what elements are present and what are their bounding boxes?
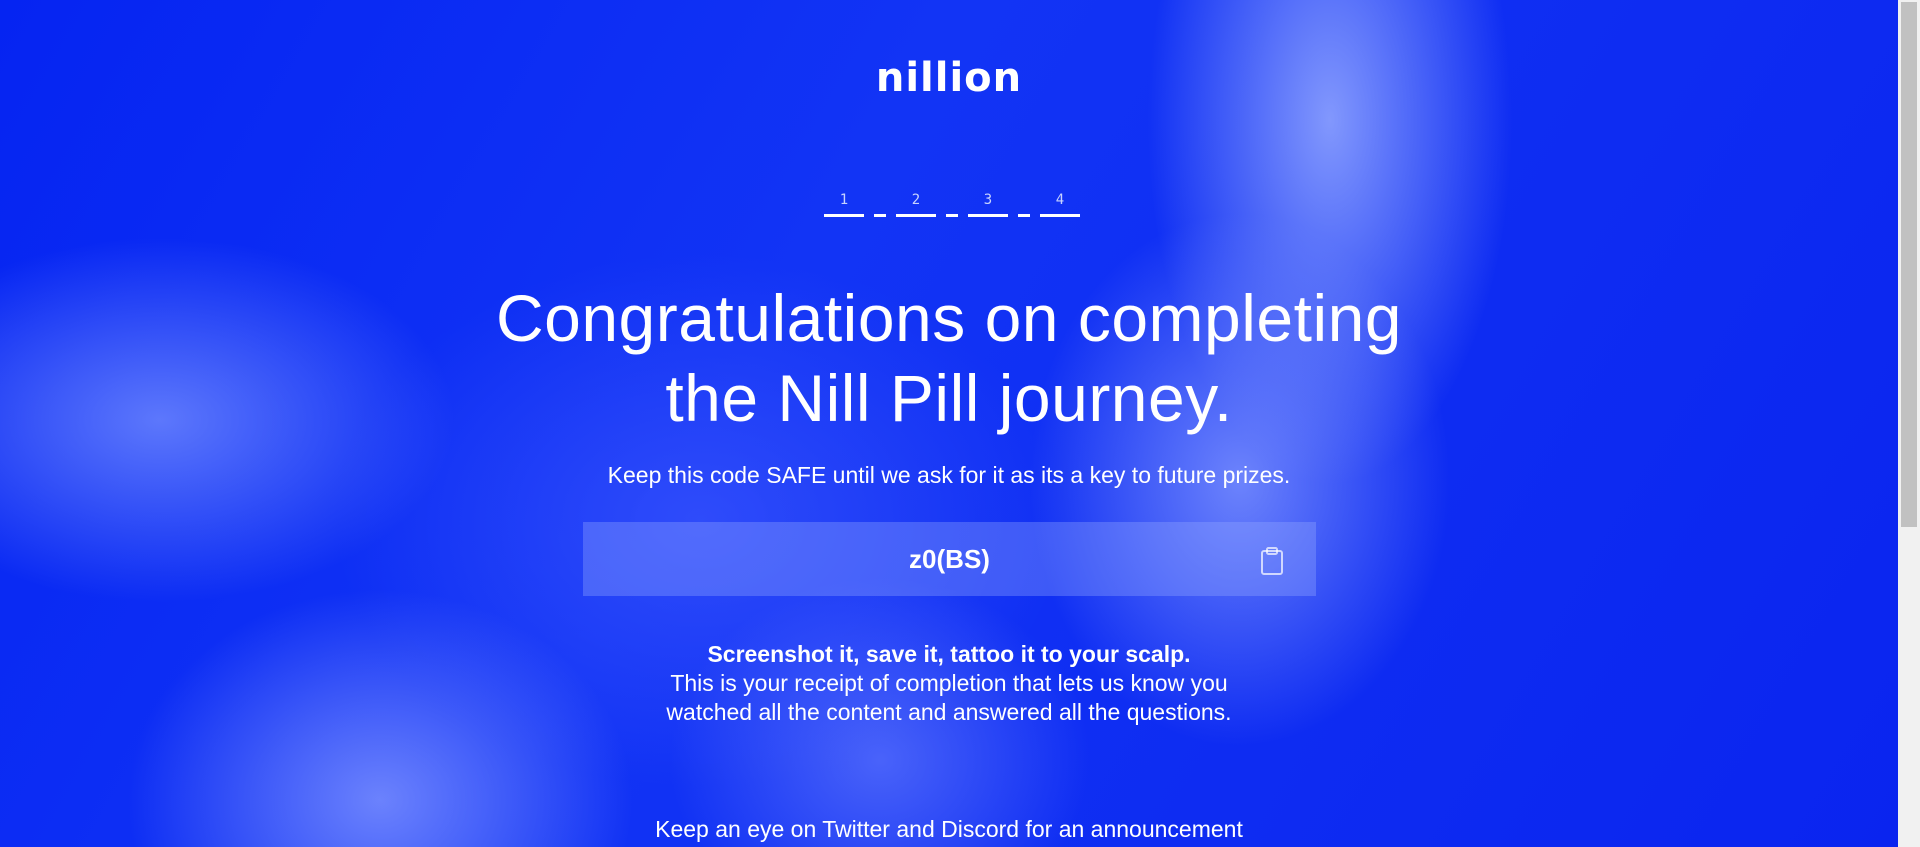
receipt-line-2: watched all the content and answered all… [666,699,1232,725]
step-bar [896,214,936,217]
main-content: nillion 1 2 3 4 Congratulations on compl… [0,0,1898,847]
step-2: 2 [896,192,936,217]
step-separator [946,214,958,217]
step-bar [1040,214,1080,217]
nillion-logo[interactable]: nillion [0,55,1898,101]
step-4: 4 [1040,192,1080,217]
announcement-text: Keep an eye on Twitter and Discord for a… [655,816,1243,842]
step-bar [968,214,1008,217]
step-separator [1018,214,1030,217]
step-1: 1 [824,192,864,217]
step-number: 1 [839,192,849,208]
step-separator [874,214,886,217]
step-bar [824,214,864,217]
headline-line-2: the Nill Pill journey. [665,361,1233,435]
progress-steps: 1 2 3 4 [824,192,1080,217]
scrollbar-thumb[interactable] [1901,2,1917,527]
step-number: 3 [983,192,993,208]
receipt-line-1: This is your receipt of completion that … [670,670,1228,696]
completion-code[interactable]: z0(BS) [909,544,990,575]
clipboard-icon[interactable] [1258,546,1286,576]
keep-code-safe-text: Keep this code SAFE until we ask for it … [607,462,1291,488]
vertical-scrollbar[interactable] [1898,0,1920,847]
completion-code-box: z0(BS) [583,522,1316,596]
headline-line-1: Congratulations on completing [495,281,1403,355]
page: nillion 1 2 3 4 Congratulations on compl… [0,0,1920,847]
congratulations-headline: Congratulations on completing the Nill P… [0,278,1898,438]
step-number: 4 [1055,192,1065,208]
step-3: 3 [968,192,1008,217]
receipt-message: Screenshot it, save it, tattoo it to you… [0,640,1898,727]
receipt-bold-line: Screenshot it, save it, tattoo it to you… [707,641,1191,667]
step-number: 2 [911,192,921,208]
